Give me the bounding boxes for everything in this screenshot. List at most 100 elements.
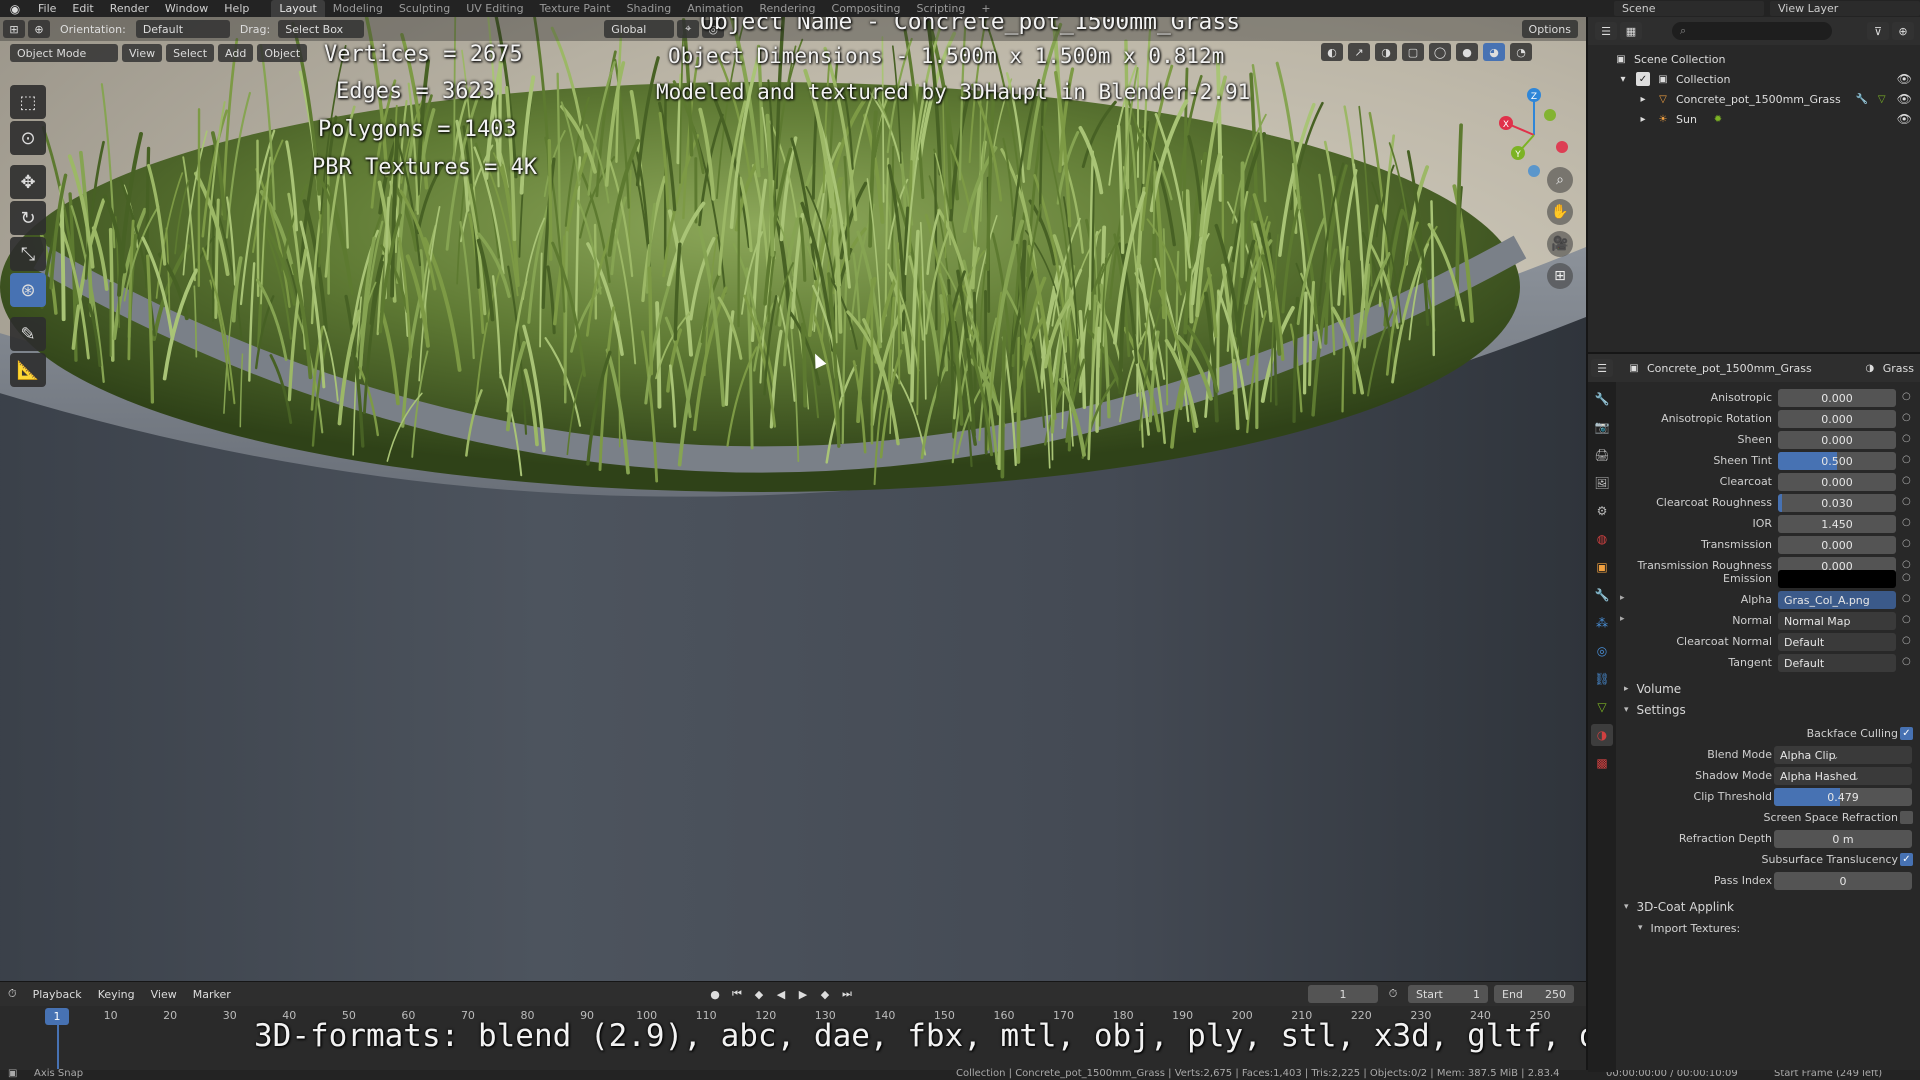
preview-range-icon[interactable]: ⏱ bbox=[1384, 985, 1402, 1003]
tool-tab-icon[interactable]: 🔧 bbox=[1591, 388, 1613, 410]
record-icon[interactable]: ● bbox=[706, 985, 724, 1003]
particles-tab-icon[interactable]: ⁂ bbox=[1591, 612, 1613, 634]
snap-icon[interactable]: ⌖ bbox=[677, 20, 700, 38]
transmission-slider[interactable]: 0.000 bbox=[1778, 536, 1896, 554]
constraints-tab-icon[interactable]: ⛓ bbox=[1591, 668, 1613, 690]
expand-arrow-icon[interactable]: ▸ bbox=[1636, 112, 1650, 126]
material-shading-icon[interactable]: ◕ bbox=[1483, 43, 1505, 61]
sheen-socket-icon[interactable]: ○ bbox=[1902, 433, 1911, 444]
menu-help[interactable]: Help bbox=[216, 0, 257, 17]
output-tab-icon[interactable]: 🖨 bbox=[1591, 444, 1613, 466]
world-tab-icon[interactable]: ◍ bbox=[1591, 528, 1613, 550]
clearcoat-roughness-slider[interactable]: 0.030 bbox=[1778, 494, 1896, 512]
outliner-editor-type-icon[interactable]: ☰ bbox=[1595, 22, 1617, 40]
ssr-checkbox[interactable] bbox=[1900, 811, 1913, 824]
scale-tool-icon[interactable]: ⤡ bbox=[10, 237, 46, 271]
outliner-row-sun[interactable]: ▸ ☀ Sun ✹ 👁 bbox=[1588, 109, 1920, 129]
properties-editor-type-icon[interactable]: ☰ bbox=[1591, 359, 1613, 377]
overlay-toggle-icon[interactable]: ◑ bbox=[1375, 43, 1397, 61]
next-keyframe-icon[interactable]: ◆ bbox=[816, 985, 834, 1003]
workspace-tab-animation[interactable]: Animation bbox=[679, 0, 751, 17]
transform-pivot-icon[interactable]: ⊕ bbox=[28, 20, 50, 38]
workspace-tab-shading[interactable]: Shading bbox=[619, 0, 680, 17]
zoom-icon[interactable]: ⌕ bbox=[1547, 167, 1573, 193]
transform-orientation-dropdown[interactable]: Global bbox=[604, 20, 675, 38]
start-frame-field[interactable]: Start 1 bbox=[1408, 985, 1488, 1003]
mode-dropdown[interactable]: Object Mode bbox=[10, 44, 118, 62]
ior-socket-icon[interactable]: ○ bbox=[1902, 517, 1911, 528]
texture-tab-icon[interactable]: ▩ bbox=[1591, 752, 1613, 774]
sheen-tint-slider[interactable]: 0.500 bbox=[1778, 452, 1896, 470]
normal-field[interactable]: Normal Map bbox=[1778, 612, 1896, 630]
material-tab-icon[interactable]: ◑ bbox=[1591, 724, 1613, 746]
anisotropic-slider[interactable]: 0.000 bbox=[1778, 389, 1896, 407]
clip-threshold-slider[interactable]: 0.479 bbox=[1774, 788, 1912, 806]
editor-type-icon[interactable]: ⊞ bbox=[3, 20, 25, 38]
measure-tool-icon[interactable]: 📐 bbox=[10, 353, 46, 387]
workspace-tab-scripting[interactable]: Scripting bbox=[908, 0, 973, 17]
current-frame-field[interactable]: 1 bbox=[1308, 985, 1378, 1003]
menu-file[interactable]: File bbox=[30, 0, 64, 17]
rotate-tool-icon[interactable]: ↻ bbox=[10, 201, 46, 235]
sun-eye-icon[interactable]: 👁 bbox=[1897, 112, 1912, 126]
select-box-tool-icon[interactable]: ⬚ bbox=[10, 85, 46, 119]
anisotropic-socket-icon[interactable]: ○ bbox=[1902, 391, 1911, 402]
timeline-view-menu[interactable]: View bbox=[143, 988, 185, 1001]
exclude-checkbox-icon[interactable]: ✓ bbox=[1636, 72, 1650, 86]
menu-render[interactable]: Render bbox=[102, 0, 157, 17]
visibility-icon[interactable]: ◐ bbox=[1321, 43, 1343, 61]
object-tab-icon[interactable]: ▣ bbox=[1591, 556, 1613, 578]
solid-shading-icon[interactable]: ● bbox=[1456, 43, 1478, 61]
alpha-expand-icon[interactable]: ▸ bbox=[1620, 593, 1625, 603]
import-textures-header[interactable]: ▾ Import Textures: bbox=[1616, 917, 1920, 939]
properties-editor[interactable]: ☰ ▣ Concrete_pot_1500mm_Grass ◑ Grass 🔧 … bbox=[1586, 352, 1920, 1072]
clearcoat-socket-icon[interactable]: ○ bbox=[1902, 475, 1911, 486]
anisotropic-rotation-socket-icon[interactable]: ○ bbox=[1902, 412, 1911, 423]
pot-eye-icon[interactable]: 👁 bbox=[1897, 92, 1912, 106]
clearcoat-slider[interactable]: 0.000 bbox=[1778, 473, 1896, 491]
alpha-texture-field[interactable]: Gras_Col_A.png bbox=[1778, 591, 1896, 609]
sheen-tint-socket-icon[interactable]: ○ bbox=[1902, 454, 1911, 465]
annotate-tool-icon[interactable]: ✎ bbox=[10, 317, 46, 351]
alpha-socket-icon[interactable]: ○ bbox=[1902, 593, 1911, 604]
sheen-slider[interactable]: 0.000 bbox=[1778, 431, 1896, 449]
drag-dropdown[interactable]: Select Box bbox=[278, 20, 365, 38]
add-workspace-icon[interactable]: + bbox=[973, 0, 998, 17]
volume-panel-header[interactable]: ▸ Volume bbox=[1616, 678, 1920, 700]
new-collection-icon[interactable]: ⊕ bbox=[1892, 22, 1914, 40]
view-layer-tab-icon[interactable]: 🖼 bbox=[1591, 472, 1613, 494]
view-menu[interactable]: View bbox=[122, 44, 163, 62]
camera-view-icon[interactable]: 🎥 bbox=[1547, 231, 1573, 257]
blender-logo-icon[interactable]: ◉ bbox=[0, 0, 30, 17]
refraction-depth-field[interactable]: 0 m bbox=[1774, 830, 1912, 848]
subsurface-checkbox[interactable]: ✓ bbox=[1900, 853, 1913, 866]
expand-arrow-icon[interactable]: ▾ bbox=[1616, 72, 1630, 86]
display-mode-icon[interactable]: ▦ bbox=[1620, 22, 1642, 40]
filter-icon[interactable]: ⊽ bbox=[1867, 22, 1889, 40]
normal-expand-icon[interactable]: ▸ bbox=[1620, 614, 1625, 624]
backface-culling-checkbox[interactable]: ✓ bbox=[1900, 727, 1913, 740]
workspace-tab-rendering[interactable]: Rendering bbox=[751, 0, 823, 17]
modifier-tab-icon[interactable]: 🔧 bbox=[1591, 584, 1613, 606]
object-menu[interactable]: Object bbox=[257, 44, 308, 62]
workspace-tab-uv-editing[interactable]: UV Editing bbox=[458, 0, 531, 17]
gizmo-neg-x-axis[interactable] bbox=[1556, 141, 1568, 153]
clearcoat-normal-field[interactable]: Default bbox=[1778, 633, 1896, 651]
playback-menu[interactable]: Playback bbox=[25, 988, 90, 1001]
normal-socket-icon[interactable]: ○ bbox=[1902, 614, 1911, 625]
outliner-row-pot-object[interactable]: ▸ ▽ Concrete_pot_1500mm_Grass 🔧 ▽ 👁 bbox=[1588, 89, 1920, 109]
workspace-tab-modeling[interactable]: Modeling bbox=[325, 0, 391, 17]
transmission-socket-icon[interactable]: ○ bbox=[1902, 538, 1911, 549]
view-layer-selector[interactable]: View Layer bbox=[1770, 1, 1920, 16]
jump-end-icon[interactable]: ⏭ bbox=[838, 985, 856, 1003]
outliner-row-collection[interactable]: ▾ ✓ ▣ Collection 👁 bbox=[1588, 69, 1920, 89]
rendered-shading-icon[interactable]: ◔ bbox=[1510, 43, 1532, 61]
orientation-dropdown[interactable]: Default bbox=[135, 20, 230, 38]
keying-menu[interactable]: Keying bbox=[90, 988, 143, 1001]
end-frame-field[interactable]: End 250 bbox=[1494, 985, 1574, 1003]
ior-slider[interactable]: 1.450 bbox=[1778, 515, 1896, 533]
menu-edit[interactable]: Edit bbox=[64, 0, 101, 17]
workspace-tab-sculpting[interactable]: Sculpting bbox=[391, 0, 458, 17]
expand-arrow-icon[interactable]: ▸ bbox=[1636, 92, 1650, 106]
emission-color-field[interactable] bbox=[1778, 570, 1896, 588]
